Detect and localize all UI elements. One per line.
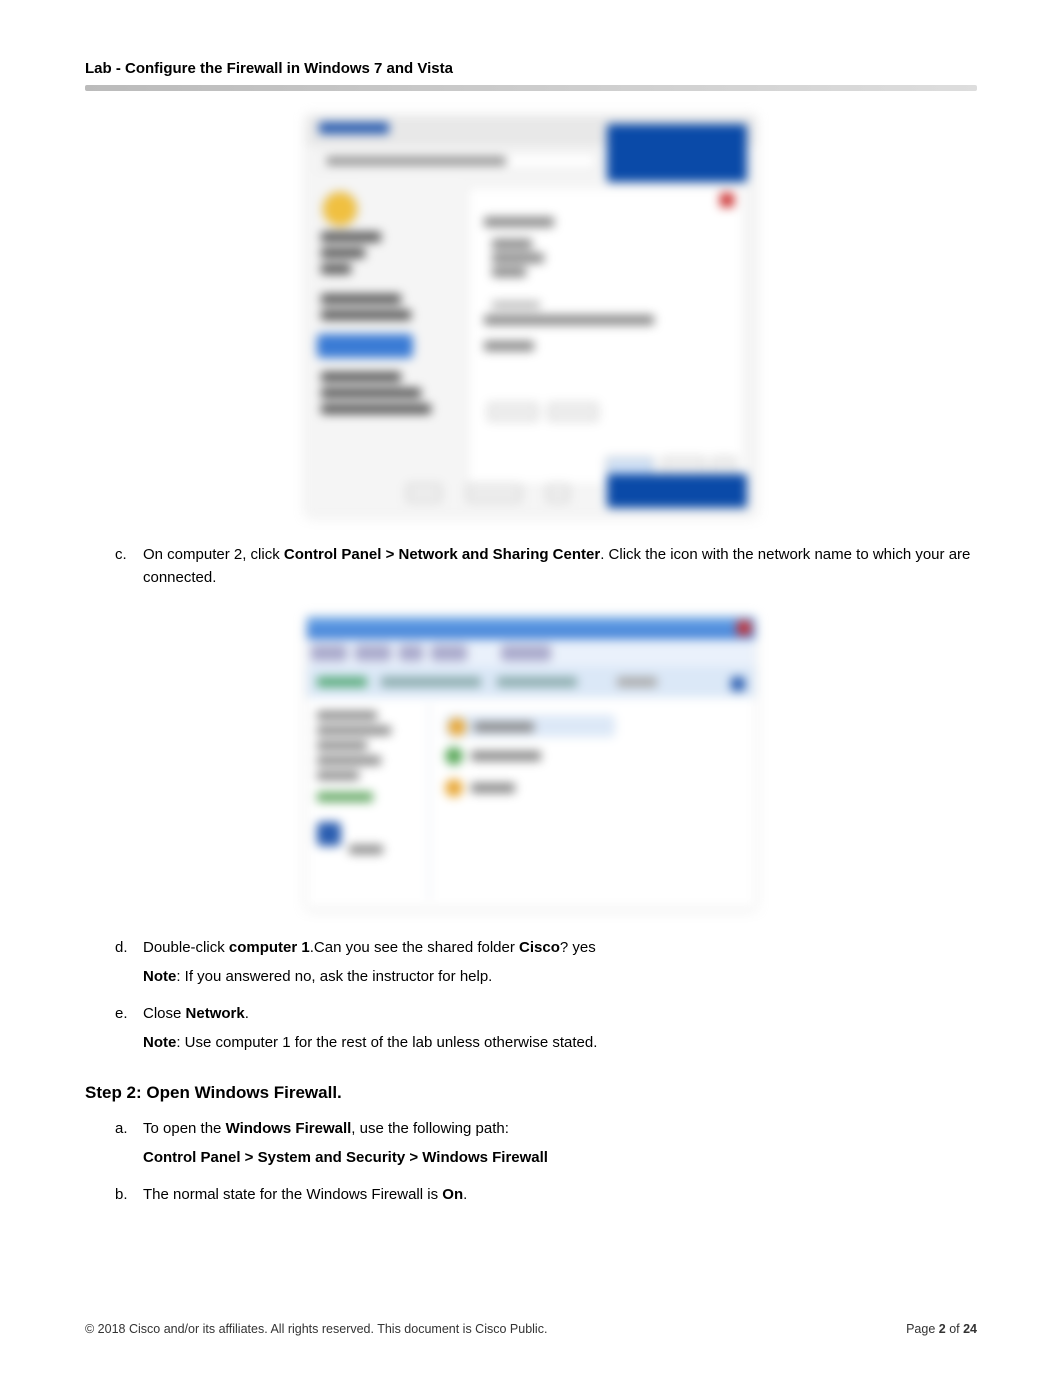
- list-marker: a.: [115, 1117, 143, 1176]
- header-rule: [85, 85, 977, 91]
- text: , use the following path:: [351, 1120, 509, 1137]
- screenshot-network-window: [306, 616, 756, 908]
- text: .: [245, 1005, 249, 1022]
- footer-page: Page 2 of 24: [906, 1322, 977, 1336]
- text-bold: Cisco: [519, 939, 560, 956]
- list-body: The normal state for the Windows Firewal…: [143, 1183, 977, 1212]
- text: The normal state for the Windows Firewal…: [143, 1186, 442, 1203]
- text: : Use computer 1 for the rest of the lab…: [176, 1034, 597, 1051]
- page-number: 2: [939, 1322, 946, 1336]
- page-total: 24: [963, 1322, 977, 1336]
- list-item-e: e. Close Network. Note: Use computer 1 f…: [115, 1002, 977, 1061]
- document-page: Lab - Configure the Firewall in Windows …: [0, 0, 1062, 1376]
- list-body: Close Network. Note: Use computer 1 for …: [143, 1002, 977, 1061]
- text-bold: Windows Firewall: [226, 1120, 352, 1137]
- list-item-step2-b: b. The normal state for the Windows Fire…: [115, 1183, 977, 1212]
- text: To open the: [143, 1120, 226, 1137]
- text: On computer 2, click: [143, 546, 284, 563]
- screenshot-2-container: [85, 616, 977, 908]
- note-label: Note: [143, 968, 176, 985]
- screenshot-1-container: [85, 115, 977, 515]
- list-marker: b.: [115, 1183, 143, 1212]
- text: of: [946, 1322, 963, 1336]
- text: ? yes: [560, 939, 596, 956]
- text: Close: [143, 1005, 186, 1022]
- text: Double-click: [143, 939, 229, 956]
- text: Page: [906, 1322, 939, 1336]
- list-marker: e.: [115, 1002, 143, 1061]
- page-footer: © 2018 Cisco and/or its affiliates. All …: [85, 1322, 977, 1336]
- nav-path: Control Panel > System and Security > Wi…: [143, 1149, 548, 1166]
- text-bold: Network: [186, 1005, 245, 1022]
- step-2-heading: Step 2: Open Windows Firewall.: [85, 1083, 977, 1103]
- list-body: To open the Windows Firewall, use the fo…: [143, 1117, 977, 1176]
- footer-copyright: © 2018 Cisco and/or its affiliates. All …: [85, 1322, 547, 1336]
- nav-path: Control Panel > Network and Sharing Cent…: [284, 546, 600, 563]
- text-bold: computer 1: [229, 939, 310, 956]
- list-body: Double-click computer 1.Can you see the …: [143, 936, 977, 995]
- text-bold: On: [442, 1186, 463, 1203]
- screenshot-network-properties: [306, 115, 756, 515]
- list-marker: c.: [115, 543, 143, 596]
- text: .Can you see the shared folder: [310, 939, 519, 956]
- list-body: On computer 2, click Control Panel > Net…: [143, 543, 977, 596]
- list-marker: d.: [115, 936, 143, 995]
- page-header-title: Lab - Configure the Firewall in Windows …: [85, 60, 977, 77]
- note-label: Note: [143, 1034, 176, 1051]
- text: : If you answered no, ask the instructor…: [176, 968, 492, 985]
- list-item-c: c. On computer 2, click Control Panel > …: [115, 543, 977, 596]
- list-item-step2-a: a. To open the Windows Firewall, use the…: [115, 1117, 977, 1176]
- text: .: [463, 1186, 467, 1203]
- list-item-d: d. Double-click computer 1.Can you see t…: [115, 936, 977, 995]
